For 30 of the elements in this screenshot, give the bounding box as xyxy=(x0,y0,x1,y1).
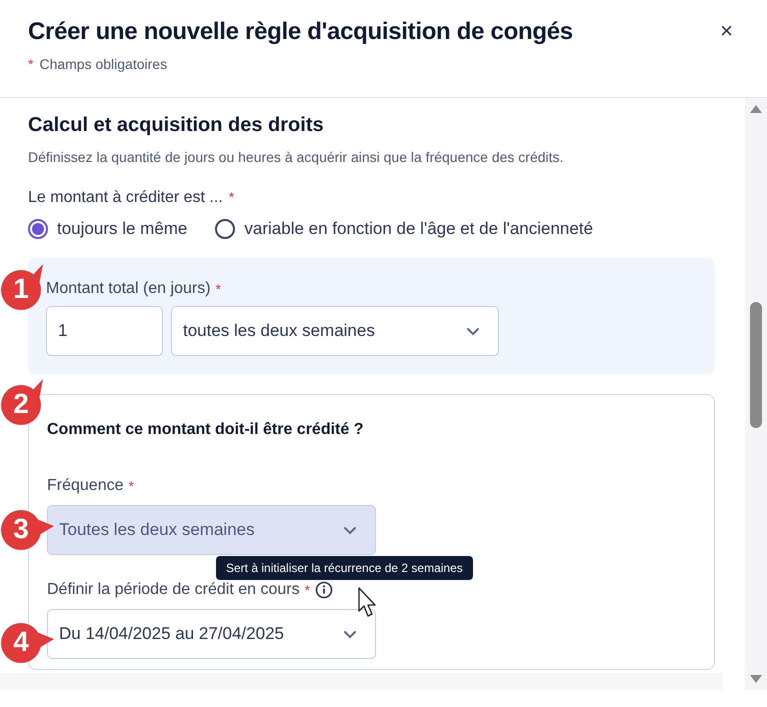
radio-button[interactable] xyxy=(215,219,236,239)
field-label: Fréquence xyxy=(47,477,124,495)
required-asterisk: * xyxy=(228,189,234,207)
required-asterisk: * xyxy=(128,478,134,494)
field-label: Le montant à créditer est ... xyxy=(28,189,223,207)
chevron-down-icon xyxy=(343,630,357,638)
tooltip: Sert à initialiser la récurrence de 2 semaines xyxy=(216,556,473,580)
dropdown-select[interactable]: toutes les deux semaines xyxy=(171,306,499,356)
info-icon[interactable] xyxy=(315,581,334,599)
field-label: Définir la période de crédit en cours xyxy=(47,581,300,599)
section-title: Calcul et acquisition des droits xyxy=(28,114,325,137)
required-note: Champs obligatoires xyxy=(39,56,168,72)
close-button[interactable]: × xyxy=(720,18,733,44)
radio-button[interactable] xyxy=(28,219,48,239)
chevron-down-icon xyxy=(343,526,357,534)
scrollbar-thumb[interactable] xyxy=(750,302,762,428)
dialog-title: Créer une nouvelle règle d'acquisition de congés xyxy=(28,18,573,46)
section-description: Définissez la quantité de jours ou heures à acquérir ainsi que la fréquence des crédits. xyxy=(28,149,564,165)
required-asterisk: * xyxy=(28,56,34,72)
radio-option[interactable]: toujours le même xyxy=(28,219,188,239)
chevron-down-icon xyxy=(466,326,480,336)
dropdown-select[interactable]: Du 14/04/2025 au 27/04/2025 xyxy=(47,609,376,659)
scroll-down-icon[interactable] xyxy=(749,674,763,684)
dropdown-select[interactable]: Toutes les deux semaines xyxy=(47,505,376,555)
required-asterisk: * xyxy=(304,582,310,598)
radio-option[interactable]: variable en fonction de l'âge et de l'ancienneté xyxy=(215,219,594,239)
field-label: Montant total (en jours) xyxy=(46,280,211,298)
scroll-up-icon[interactable] xyxy=(749,104,763,114)
required-asterisk: * xyxy=(216,281,221,297)
amount-input[interactable]: 1 xyxy=(46,306,163,356)
